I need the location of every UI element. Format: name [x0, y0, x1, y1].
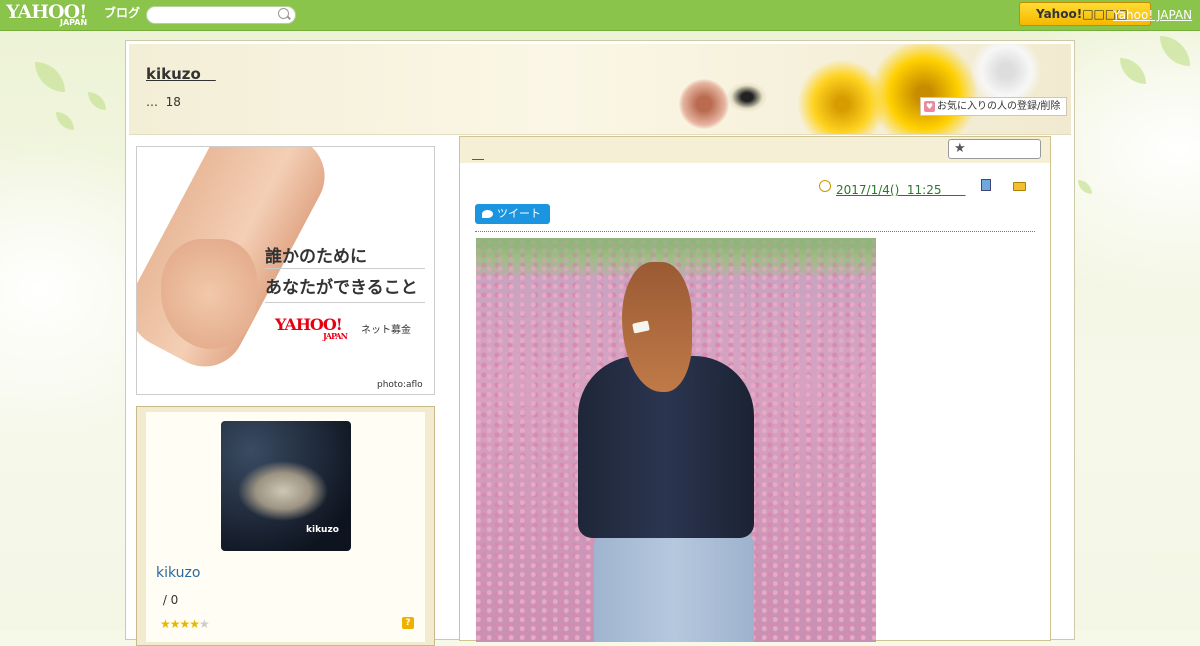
donation-banner[interactable]: 誰かのために あなたができること YAHOO! JAPAN ネット募金 phot…	[136, 146, 435, 395]
yahoo-japan-link[interactable]: Yahoo! JAPAN	[1113, 8, 1192, 22]
bookmark-star-button[interactable]: ★	[948, 139, 1041, 159]
profile-stats: / 0	[159, 593, 179, 607]
star-on-icon: ★★★★	[160, 617, 200, 631]
rating-stars: ★★★★★	[160, 617, 210, 631]
favorite-register-button[interactable]: ♥ お気に入りの人の登録/削除	[920, 97, 1067, 116]
blog-container: kikuzo … 18 ♥ お気に入りの人の登録/削除 誰かのために あなたがで…	[125, 40, 1075, 646]
banner-yahoo-logo-sub: JAPAN	[323, 331, 348, 341]
banner-photo-credit: photo:aflo	[377, 380, 423, 390]
blog-logo-label[interactable]: ブログ	[104, 4, 140, 21]
star-icon: ★	[954, 141, 966, 156]
blog-header: kikuzo … 18 ♥ お気に入りの人の登録/削除	[129, 44, 1071, 135]
star-off-icon: ★	[199, 617, 210, 631]
divider	[475, 231, 1035, 232]
profile-name-link[interactable]: kikuzo	[156, 565, 200, 581]
clock-icon	[819, 180, 831, 192]
flower-decoration	[869, 44, 979, 134]
article-header: ★	[460, 137, 1050, 163]
article-title-link[interactable]	[472, 145, 484, 162]
avatar-caption: kikuzo	[306, 525, 339, 535]
article-panel: ★ 2017/1/4() 11:25 ツイート	[459, 136, 1051, 642]
flower-decoration	[679, 79, 729, 129]
article-photo[interactable]	[476, 238, 876, 642]
search-input[interactable]	[146, 6, 296, 24]
blog-title[interactable]: kikuzo	[146, 63, 216, 84]
banner-hand-image	[161, 239, 257, 349]
favorite-register-label: お気に入りの人の登録/削除	[937, 101, 1061, 112]
tweet-button[interactable]: ツイート	[475, 204, 550, 224]
profile-panel: kikuzo kikuzo / 0 ★★★★★ ?	[146, 412, 425, 642]
banner-headline-1: 誰かのために	[265, 247, 367, 267]
banner-subtitle: ネット募金	[361, 325, 411, 336]
banner-headline-2: あなたができること	[265, 278, 418, 298]
book-icon[interactable]	[981, 179, 991, 191]
help-icon[interactable]: ?	[402, 617, 414, 629]
yahoo-logo-sub: JAPAN	[60, 18, 88, 27]
heart-icon: ♥	[924, 101, 935, 112]
top-bar: YAHOO! JAPAN ブログ Yahoo!□□□□ Yahoo! JAPAN	[0, 0, 1200, 31]
butterfly-decoration	[727, 82, 767, 112]
avatar[interactable]: kikuzo	[221, 421, 351, 551]
folder-icon[interactable]	[1013, 182, 1026, 191]
profile-box: kikuzo kikuzo / 0 ★★★★★ ?	[136, 406, 435, 646]
banner-divider	[265, 268, 425, 269]
search-icon[interactable]	[278, 8, 289, 19]
banner-divider	[265, 302, 425, 303]
twitter-bird-icon	[482, 210, 493, 218]
photo-figure-skirt	[594, 528, 754, 642]
post-date-link[interactable]: 2017/1/4() 11:25	[836, 181, 965, 198]
blog-description: … 18	[146, 95, 181, 109]
tweet-label: ツイート	[497, 207, 541, 220]
